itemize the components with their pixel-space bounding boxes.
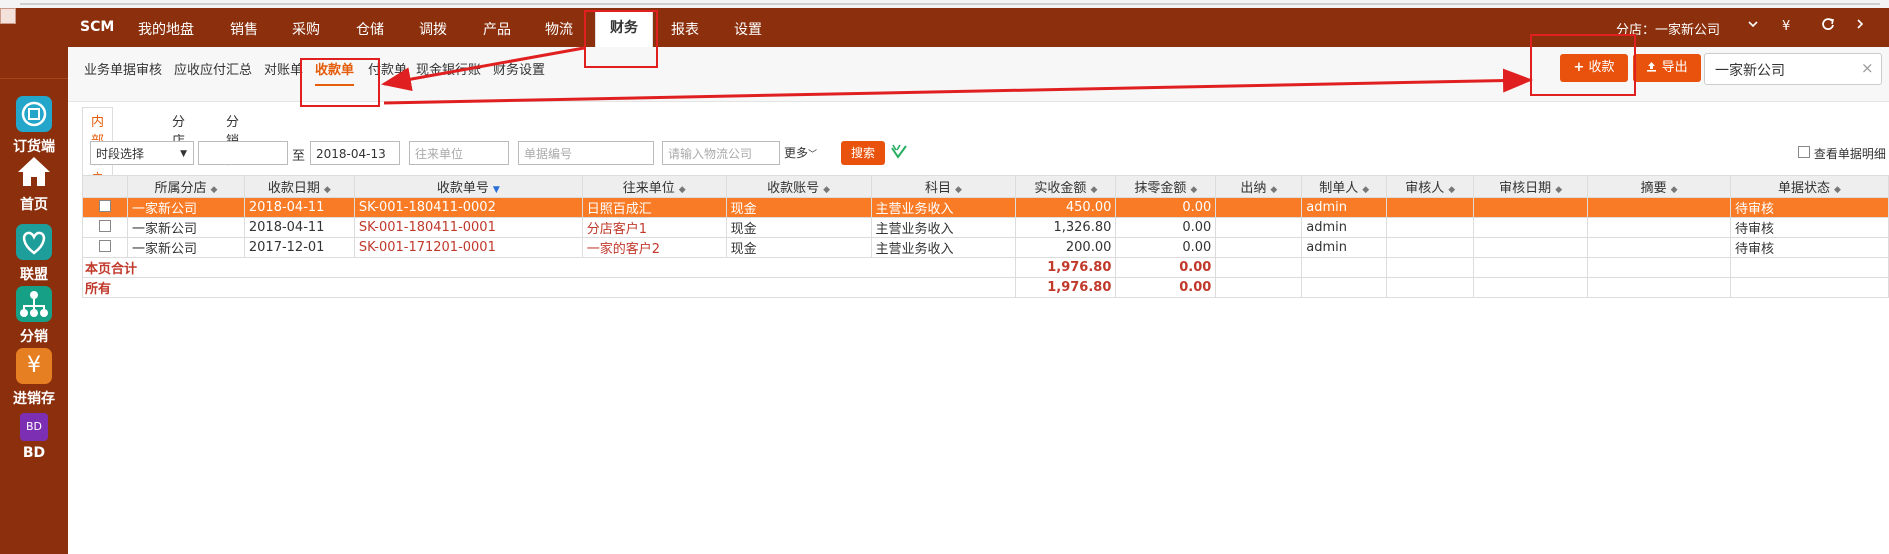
annotation-arrows xyxy=(381,46,1533,105)
arrow-receipt-to-add xyxy=(383,68,1533,105)
arrow-finance-to-receipt xyxy=(381,46,585,92)
